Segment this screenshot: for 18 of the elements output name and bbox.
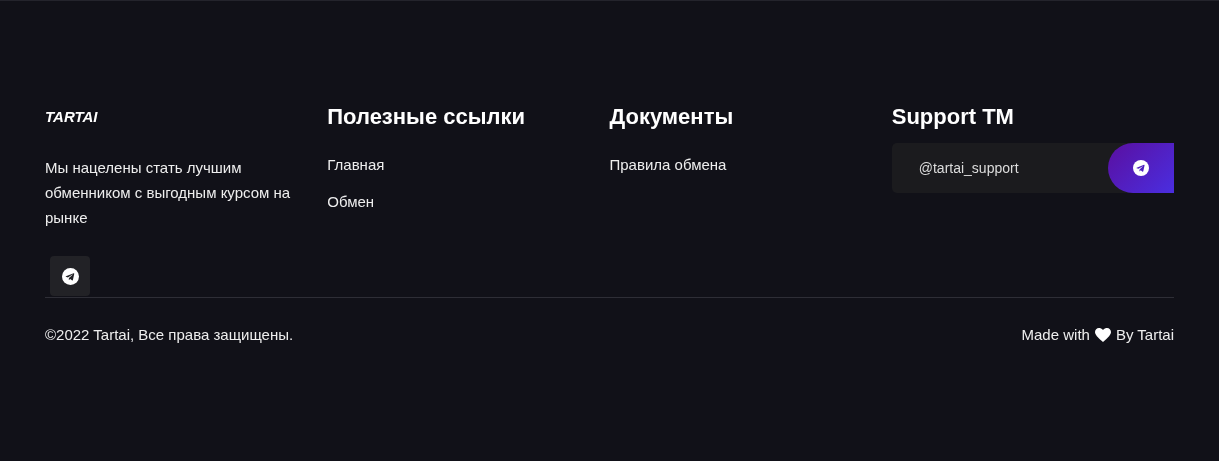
column-heading: Документы (609, 105, 734, 129)
about-text: Мы нацелены стать лучшим обменником с выгодным курсом на рынке (45, 158, 292, 228)
support-handle: @tartai_support (918, 158, 1019, 178)
footer-link[interactable]: Главная (327, 155, 385, 175)
telegram-button[interactable] (1108, 143, 1174, 193)
credit-text: By Tartai (1115, 325, 1174, 345)
telegram-icon (1133, 160, 1149, 176)
column-heading: Полезные ссылки (327, 105, 525, 129)
copyright-text: ©2022 Tartai, Все права защищены. (45, 325, 294, 345)
support-field[interactable]: @tartai_support (891, 143, 1174, 193)
telegram-icon (61, 267, 79, 285)
heart-icon (1094, 328, 1111, 343)
footer-link[interactable]: Правила обмена (609, 155, 727, 175)
brand-logo: TARTAI (45, 107, 98, 127)
footer-link[interactable]: Обмен (327, 192, 375, 212)
column-heading: Support TM (891, 105, 1015, 129)
telegram-button[interactable] (50, 256, 90, 296)
credit-text: Made with (1021, 325, 1090, 345)
